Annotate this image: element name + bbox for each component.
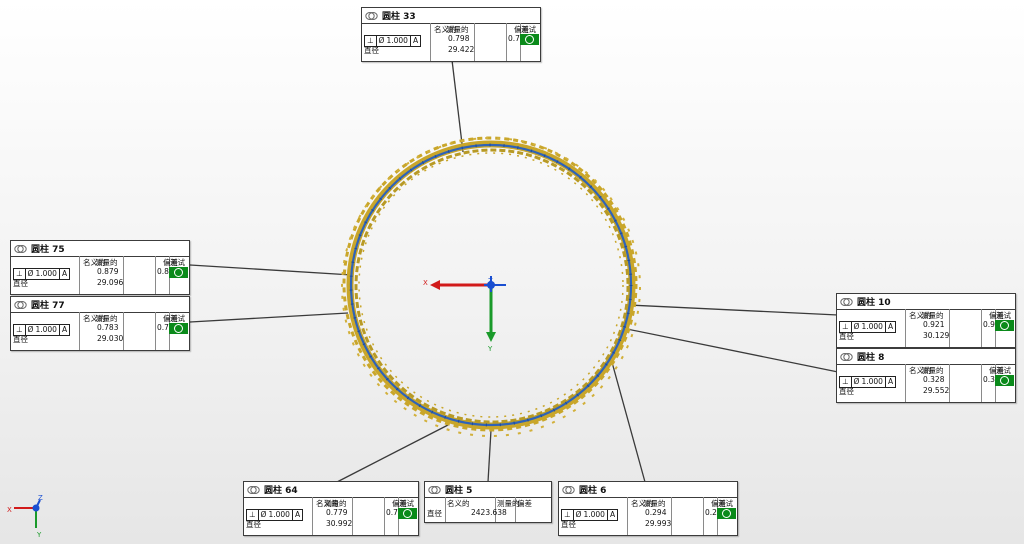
row-label: 直径 xyxy=(364,46,379,55)
row-label: 直径 xyxy=(13,335,28,344)
fcf-panel-cylinder-33[interactable]: 圆柱 33 名义的 测量的 偏差 测试 ⊥ Ø 1.000 A 0.798 0.7… xyxy=(361,7,541,62)
feature-control-icon xyxy=(365,11,378,21)
measured-value: 0.879 xyxy=(97,267,119,276)
triad-z-label: Z xyxy=(488,277,493,285)
measured-value: 0.328 xyxy=(923,375,945,384)
fcf-panel-cylinder-64[interactable]: 圆柱 64 名义的 测量的 偏差 测试 ⊥ Ø 1.000 A 0.779 0.7… xyxy=(243,481,419,536)
row-label: 直径 xyxy=(246,520,261,529)
triad-y-label: Y xyxy=(487,345,493,353)
tolerance-value: 1.000 xyxy=(268,510,290,519)
measured-value: 0.783 xyxy=(97,323,119,332)
row-label: 直径 xyxy=(13,279,28,288)
ok-circle-icon xyxy=(1000,376,1009,385)
feature-name: 圆柱 75 xyxy=(31,245,65,255)
row-label: 直径 xyxy=(427,509,442,518)
feature-name: 圆柱 33 xyxy=(382,12,416,22)
feature-control-icon xyxy=(840,297,853,307)
status-pass-indicator xyxy=(995,320,1014,331)
feature-control-icon xyxy=(247,485,260,495)
diameter-value: 30.129 xyxy=(923,331,950,340)
fcf-panel-cylinder-77[interactable]: 圆柱 77 名义的 测量的 偏差 测试 ⊥ Ø 1.000 A 0.783 0.7… xyxy=(10,296,190,351)
fcf-panel-cylinder-8[interactable]: 圆柱 8 名义的 测量的 偏差 测试 ⊥ Ø 1.000 A 0.328 0.32… xyxy=(836,348,1016,403)
diameter-value: 29.096 xyxy=(97,278,124,287)
tolerance-value: 1.000 xyxy=(386,36,408,45)
measured-value: 0.921 xyxy=(923,320,945,329)
mini-triad-y-label: Y xyxy=(36,531,42,539)
tolerance-value: 1.000 xyxy=(35,269,57,278)
ok-circle-icon xyxy=(525,35,534,44)
tolerance-value: 1.000 xyxy=(861,377,883,386)
row-label: 直径 xyxy=(839,332,854,341)
feature-name: 圆柱 77 xyxy=(31,301,65,311)
status-pass-indicator xyxy=(995,375,1014,386)
diameter-value: 29.030 xyxy=(97,334,124,343)
row-label: 直径 xyxy=(561,520,576,529)
status-pass-indicator xyxy=(398,508,417,519)
mini-triad-x-label: X xyxy=(7,506,12,514)
status-pass-indicator xyxy=(520,34,539,45)
tolerance-value: 1.000 xyxy=(583,510,605,519)
diameter-value: 29.993 xyxy=(645,519,672,528)
status-pass-indicator xyxy=(169,267,188,278)
fcf-panel-cylinder-75[interactable]: 圆柱 75 名义的 测量的 偏差 测试 ⊥ Ø 1.000 A 0.879 0.8… xyxy=(10,240,190,295)
feature-control-icon xyxy=(562,485,575,495)
tolerance-value: 1.000 xyxy=(861,322,883,331)
feature-control-icon xyxy=(428,485,441,495)
ok-circle-icon xyxy=(722,509,731,518)
feature-name: 圆柱 6 xyxy=(579,486,607,496)
tolerance-value: 1.000 xyxy=(35,325,57,334)
mini-axis-triad: X Y Z xyxy=(7,494,43,539)
feature-name: 圆柱 64 xyxy=(264,486,298,496)
feature-control-icon xyxy=(14,244,27,254)
feature-control-icon xyxy=(840,352,853,362)
measured-value: 0.798 xyxy=(448,34,470,43)
ok-circle-icon xyxy=(174,268,183,277)
feature-name: 圆柱 8 xyxy=(857,353,885,363)
ok-circle-icon xyxy=(403,509,412,518)
fcf-panel-cylinder-5[interactable]: 圆柱 5 名义的 测量的 偏差 直径 2423.638 xyxy=(424,481,552,523)
measured-value: 0.294 xyxy=(645,508,667,517)
fcf-panel-cylinder-6[interactable]: 圆柱 6 名义的 测量的 偏差 测试 ⊥ Ø 1.000 A 0.294 0.29… xyxy=(558,481,738,536)
feature-name: 圆柱 5 xyxy=(445,486,473,496)
fcf-panel-cylinder-10[interactable]: 圆柱 10 名义的 测量的 偏差 测试 ⊥ Ø 1.000 A 0.921 0.9… xyxy=(836,293,1016,348)
mini-triad-z-label: Z xyxy=(38,494,43,502)
measured-value: 0.779 xyxy=(326,508,348,517)
row-label: 直径 xyxy=(839,387,854,396)
feature-name: 圆柱 10 xyxy=(857,298,891,308)
measured-value: 2423.638 xyxy=(471,508,507,517)
ok-circle-icon xyxy=(174,324,183,333)
ok-circle-icon xyxy=(1000,321,1009,330)
diameter-value: 29.552 xyxy=(923,386,950,395)
diameter-value: 30.992 xyxy=(326,519,353,528)
status-pass-indicator xyxy=(717,508,736,519)
feature-control-icon xyxy=(14,300,27,310)
coordinate-triad: X Y Z xyxy=(423,276,506,353)
status-pass-indicator xyxy=(169,323,188,334)
diameter-value: 29.422 xyxy=(448,45,475,54)
triad-x-label: X xyxy=(423,279,428,287)
